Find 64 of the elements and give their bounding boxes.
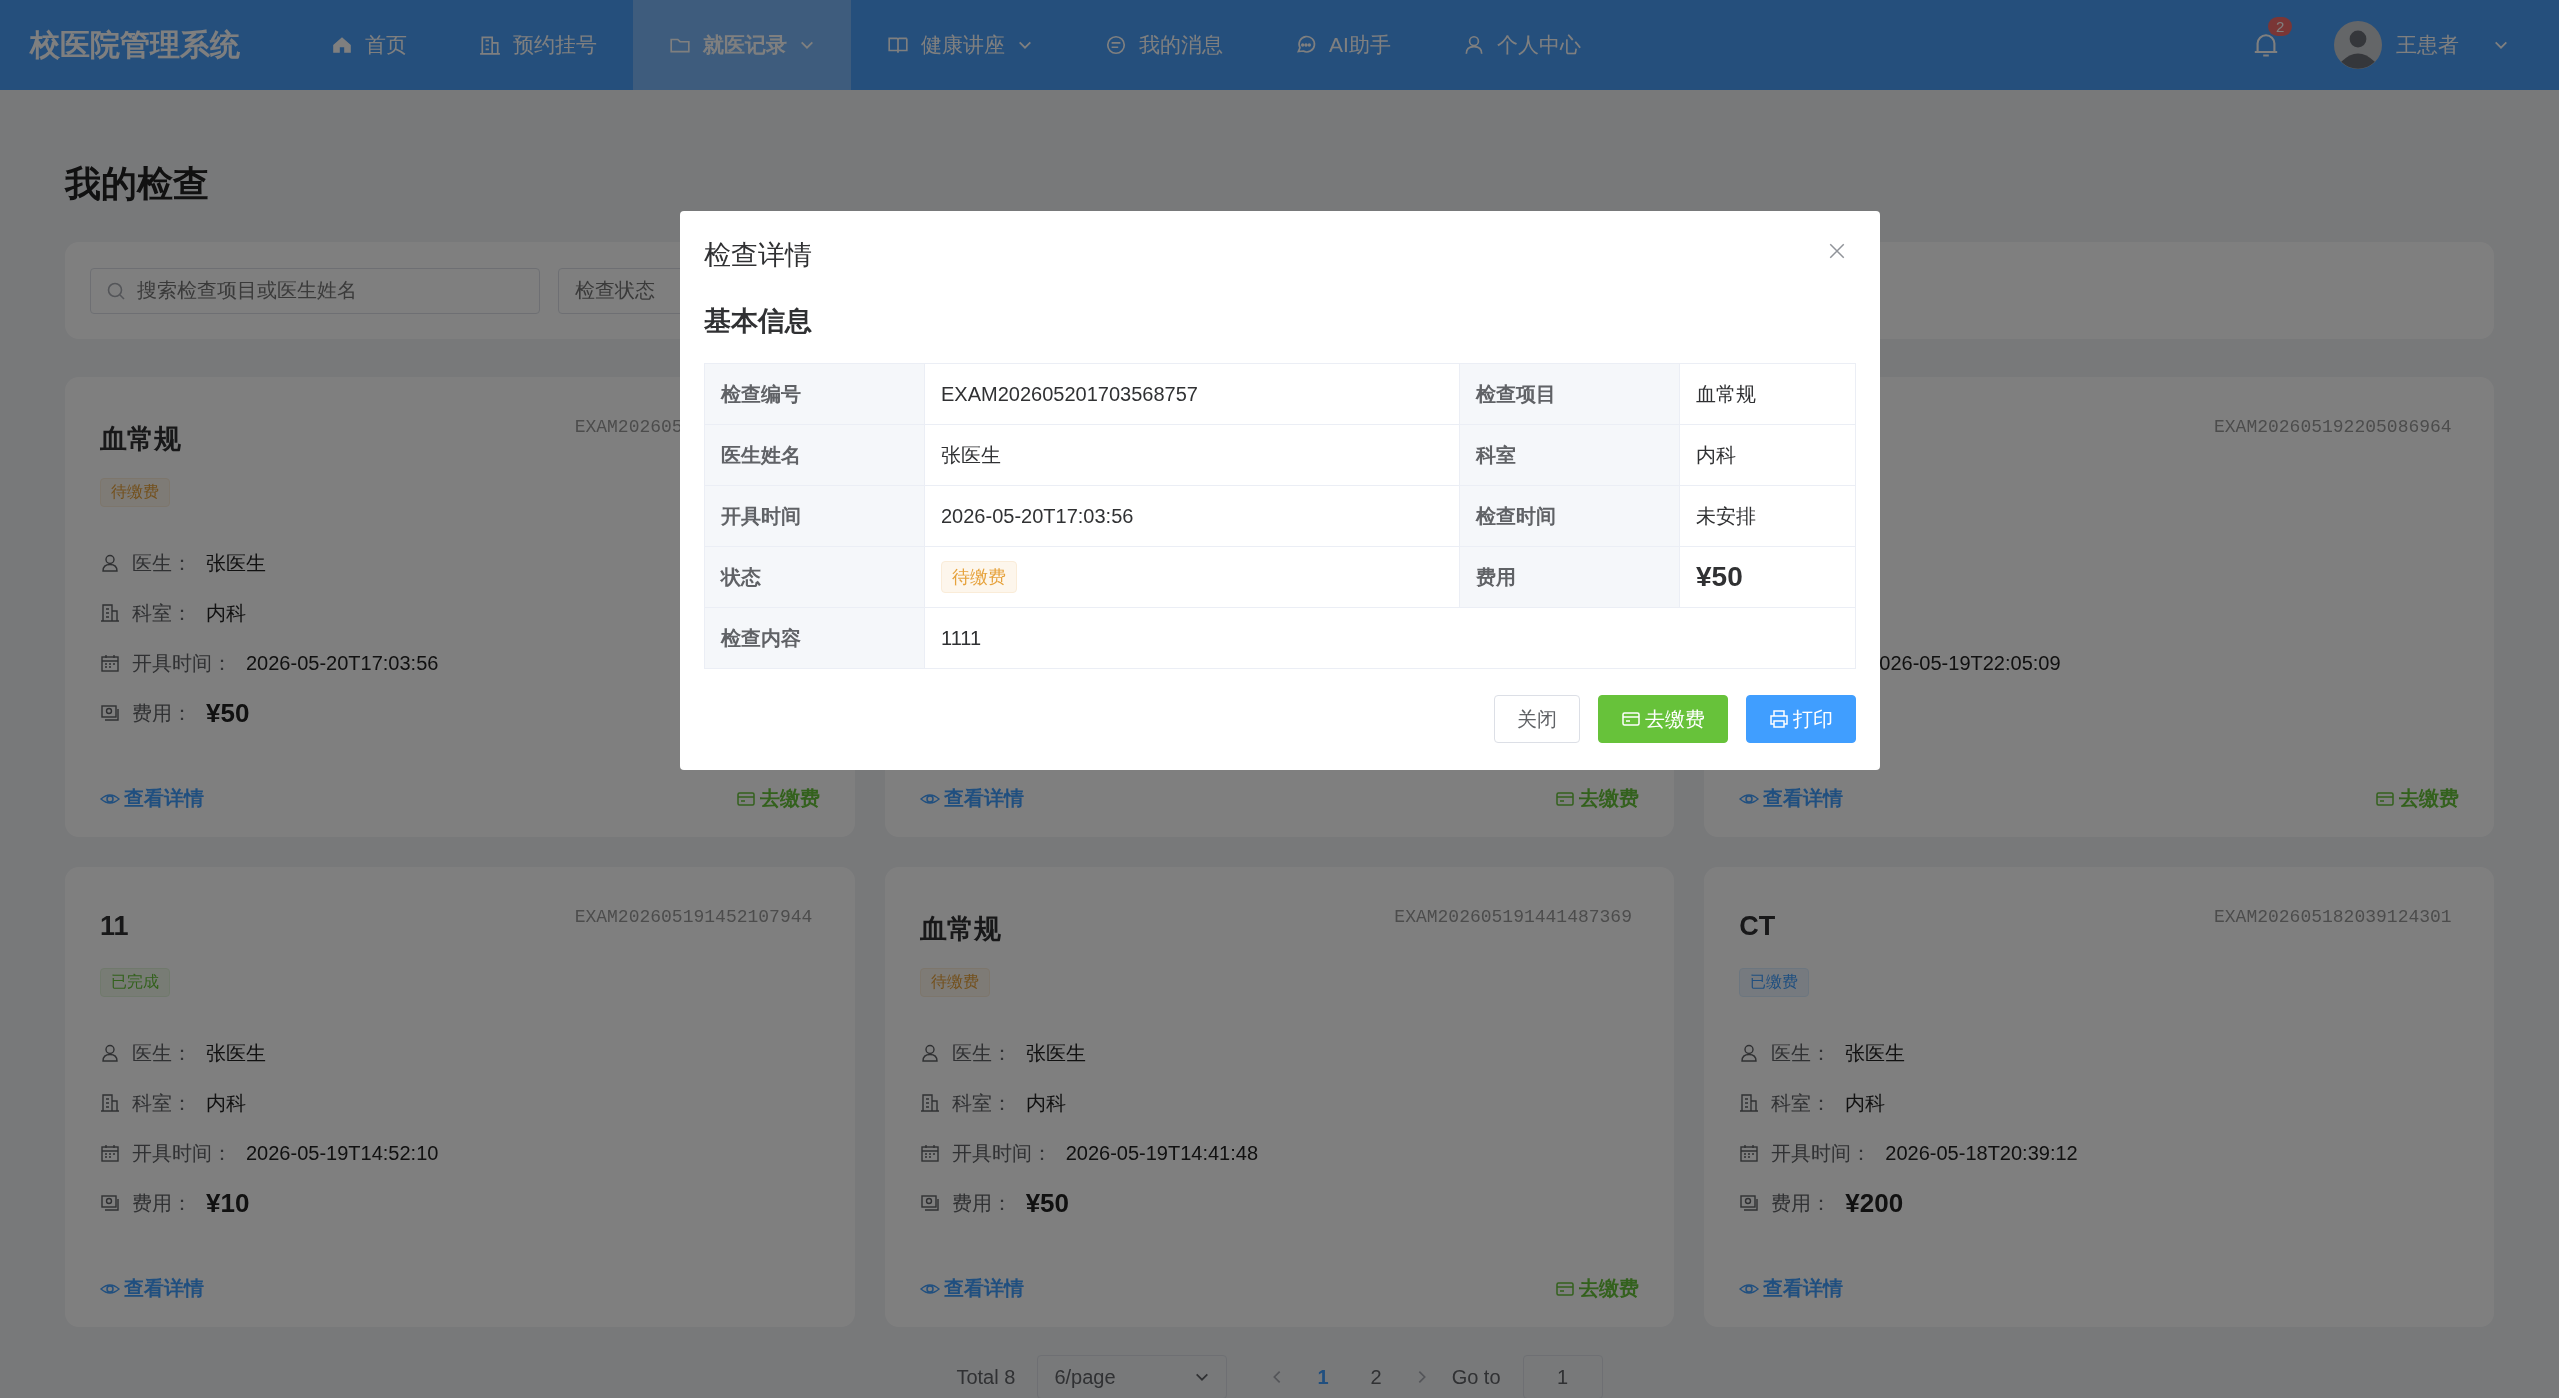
status-tag: 待缴费 (941, 561, 1017, 593)
field-value: ¥50 (1025, 1187, 1070, 1219)
field-label: 费用： (132, 1190, 192, 1216)
field-value: 张医生 (1845, 1040, 1906, 1066)
exam-title: 血常规 (919, 913, 1001, 946)
detail-value: 血常规 (1696, 381, 1756, 407)
detail-value: 张医生 (941, 442, 1001, 468)
field-label: 医生： (132, 550, 192, 576)
detail-value: 未安排 (1696, 503, 1756, 529)
field-value: 内科 (1845, 1090, 1886, 1116)
status-tag: 待缴费 (100, 478, 170, 507)
detail-label: 状态 (705, 547, 925, 608)
field-label: 费用： (1771, 1190, 1832, 1216)
field-value: 026-05-19T22:05:09 (1878, 651, 2061, 675)
field-value: 2026-05-19T14:41:48 (1065, 1141, 1259, 1165)
field-value: ¥200 (1845, 1187, 1904, 1219)
field-label: 开具时间： (1771, 1140, 1872, 1166)
field-label: 医生： (1771, 1040, 1832, 1066)
field-value: 内科 (206, 600, 246, 626)
notification-count: 2 (2268, 17, 2293, 36)
field-value: ¥50 (206, 697, 250, 729)
detail-label: 科室 (1460, 425, 1680, 486)
detail-value: EXAM202605201703568757 (941, 382, 1198, 406)
status-tag: 待缴费 (919, 968, 990, 997)
field-value: 张医生 (206, 550, 266, 576)
field-value: 张医生 (206, 1040, 266, 1066)
field-label: 费用： (951, 1190, 1012, 1216)
field-label: 医生： (132, 1040, 192, 1066)
detail-label: 费用 (1460, 547, 1680, 608)
field-value: 内科 (206, 1090, 246, 1116)
detail-label: 检查项目 (1460, 364, 1680, 425)
field-label: 科室： (1771, 1090, 1832, 1116)
exam-title: 血常规 (100, 423, 181, 456)
field-value: 2026-05-19T14:52:10 (246, 1141, 439, 1165)
field-label: 开具时间： (132, 1140, 232, 1166)
status-tag: 已缴费 (1739, 968, 1810, 997)
go-to-label: Go to (1451, 1365, 1501, 1389)
exam-title: CT (1739, 911, 1776, 942)
detail-label: 医生姓名 (705, 425, 925, 486)
field-label: 科室： (951, 1090, 1012, 1116)
status-tag: 已完成 (100, 968, 170, 997)
detail-value: 1111 (941, 626, 982, 650)
field-value: 张医生 (1025, 1040, 1086, 1066)
detail-label: 检查时间 (1460, 486, 1680, 547)
app-logo-text: 校医院管理系统 (30, 26, 240, 63)
field-label: 科室： (132, 600, 192, 626)
field-label: 科室： (132, 1090, 192, 1116)
total-count: Total 8 (956, 1365, 1016, 1389)
field-label: 开具时间： (132, 650, 232, 676)
field-label: 费用： (132, 700, 192, 726)
detail-label: 检查内容 (705, 608, 925, 669)
detail-label: 检查编号 (705, 364, 925, 425)
field-value: ¥10 (206, 1187, 250, 1219)
field-label: 开具时间： (951, 1140, 1052, 1166)
field-value: 2026-05-18T20:39:12 (1885, 1141, 2078, 1165)
exam-title: 11 (100, 911, 129, 942)
field-value: 2026-05-20T17:03:56 (246, 651, 439, 675)
detail-label: 开具时间 (705, 486, 925, 547)
detail-value: 内科 (1696, 442, 1736, 468)
field-value: 内科 (1025, 1090, 1066, 1116)
detail-value: ¥50 (1696, 561, 1743, 593)
field-label: 医生： (951, 1040, 1012, 1066)
page-title: 我的检查 (65, 162, 210, 206)
detail-value: 2026-05-20T17:03:56 (941, 504, 1134, 528)
